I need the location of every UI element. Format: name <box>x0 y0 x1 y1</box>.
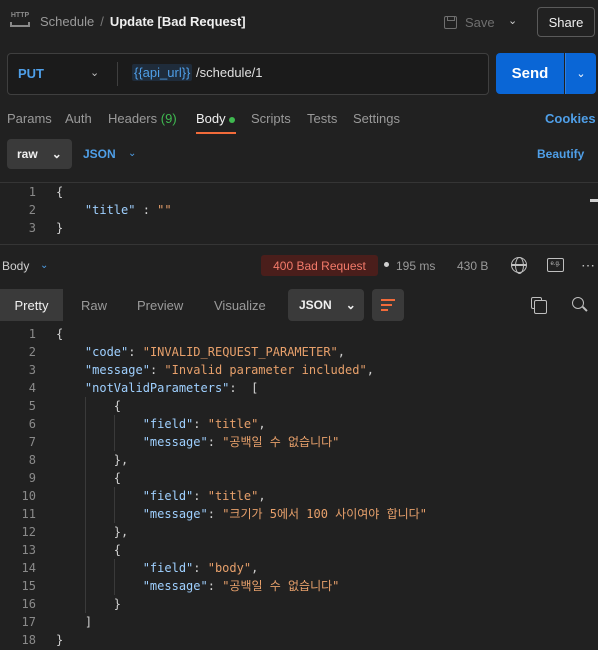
search-icon[interactable] <box>572 297 584 309</box>
breadcrumb-separator: / <box>100 14 104 29</box>
divider <box>0 244 598 245</box>
active-tab-indicator <box>196 132 236 134</box>
send-options-chevron-icon[interactable]: ⌄ <box>565 53 596 94</box>
http-method-select[interactable]: PUT <box>18 66 44 81</box>
save-button[interactable]: Save <box>444 11 504 33</box>
tab-body-label: Body <box>196 111 226 126</box>
tab-settings[interactable]: Settings <box>353 111 400 126</box>
code-line: 18} <box>21 633 64 647</box>
tab-params[interactable]: Params <box>7 111 52 126</box>
tab-tests[interactable]: Tests <box>307 111 337 126</box>
body-modified-dot <box>228 116 235 123</box>
code-line: 12 }, <box>21 525 129 539</box>
chevron-down-icon[interactable]: ⌄ <box>40 260 48 271</box>
code-line: 4 "notValidParameters": [ <box>28 381 259 395</box>
body-type-select[interactable]: raw ⌄ <box>7 139 72 169</box>
tab-pretty[interactable]: Pretty <box>0 289 63 321</box>
code-line: 2 "title" : "" <box>28 203 172 217</box>
request-body-editor[interactable]: 1{ 2 "title" : "" 3} <box>0 183 598 243</box>
code-line: 3} <box>28 221 64 235</box>
body-type-label: raw <box>17 147 38 161</box>
save-example-icon[interactable]: e.g. <box>547 258 564 272</box>
chevron-down-icon: ⌄ <box>345 298 356 312</box>
tab-scripts[interactable]: Scripts <box>251 111 291 126</box>
code-line: 14 "field": "body", <box>21 561 259 575</box>
code-line: 10 "field": "title", <box>21 489 266 503</box>
status-badge[interactable]: 400 Bad Request <box>261 255 378 276</box>
separator-dot <box>384 262 389 267</box>
url-variable: {{api_url}} <box>132 64 193 81</box>
cookies-link[interactable]: Cookies <box>545 111 596 126</box>
send-button[interactable]: Send <box>496 53 564 94</box>
response-body-label[interactable]: Body <box>2 259 29 273</box>
tab-headers-label: Headers <box>108 111 158 126</box>
chevron-down-icon[interactable]: ⌄ <box>508 14 517 27</box>
more-icon[interactable]: ⋯ <box>581 257 595 274</box>
code-line: 17 ] <box>21 615 93 629</box>
url-input[interactable]: {{api_url}} /schedule/1 <box>132 64 263 81</box>
chevron-down-icon: ⌄ <box>51 147 62 161</box>
code-line: 1{ <box>28 327 64 341</box>
code-line: 11 "message": "크기가 5에서 100 사이여야 합니다" <box>21 507 427 521</box>
indent-guide <box>85 397 86 613</box>
code-line: 3 "message": "Invalid parameter included… <box>28 363 374 377</box>
tab-preview[interactable]: Preview <box>137 298 183 313</box>
tab-headers[interactable]: Headers (9) <box>108 111 177 126</box>
code-line: 7 "message": "공백일 수 없습니다" <box>28 435 340 449</box>
globe-icon[interactable] <box>511 257 527 274</box>
code-line: 2 "code": "INVALID_REQUEST_PARAMETER", <box>28 345 346 359</box>
response-size[interactable]: 430 B <box>457 259 488 273</box>
code-line: 13 { <box>21 543 122 557</box>
tab-body[interactable]: Body <box>196 111 235 126</box>
tab-visualize[interactable]: Visualize <box>214 298 266 313</box>
code-line: 5 { <box>28 399 122 413</box>
editor-scrollbar[interactable] <box>590 199 598 202</box>
indent-guide <box>114 415 115 451</box>
response-time[interactable]: 195 ms <box>396 259 435 273</box>
wrap-lines-button[interactable] <box>372 289 404 321</box>
indent-guide <box>114 559 115 595</box>
tab-raw[interactable]: Raw <box>81 298 107 313</box>
save-icon <box>444 15 457 29</box>
tab-auth[interactable]: Auth <box>65 111 92 126</box>
share-button[interactable]: Share <box>537 7 595 37</box>
request-title[interactable]: Update [Bad Request] <box>110 14 246 29</box>
chevron-down-icon[interactable]: ⌄ <box>90 66 99 79</box>
breadcrumb: Schedule / Update [Bad Request] <box>40 14 246 29</box>
headers-count-badge: (9) <box>160 111 177 126</box>
breadcrumb-collection[interactable]: Schedule <box>40 14 94 29</box>
code-line: 8 }, <box>28 453 129 467</box>
response-format-label: JSON <box>299 298 332 312</box>
beautify-button[interactable]: Beautify <box>537 147 584 161</box>
body-language-select[interactable]: JSON <box>83 147 116 161</box>
url-path: /schedule/1 <box>192 65 263 80</box>
http-request-icon: HTTP <box>10 12 30 30</box>
divider <box>117 62 118 86</box>
response-body-viewer[interactable]: 1{ 2 "code": "INVALID_REQUEST_PARAMETER",… <box>0 325 598 649</box>
response-format-select[interactable]: JSON ⌄ <box>288 289 364 321</box>
indent-guide <box>114 487 115 523</box>
copy-icon[interactable] <box>531 297 547 314</box>
code-line: 15 "message": "공백일 수 없습니다" <box>21 579 340 593</box>
code-line: 16 } <box>21 597 122 611</box>
code-line: 9 { <box>28 471 122 485</box>
save-label: Save <box>465 14 495 30</box>
chevron-down-icon[interactable]: ⌄ <box>128 148 136 159</box>
code-line: 6 "field": "title", <box>28 417 266 431</box>
wrap-icon <box>381 299 395 301</box>
code-line: 1{ <box>28 185 64 199</box>
